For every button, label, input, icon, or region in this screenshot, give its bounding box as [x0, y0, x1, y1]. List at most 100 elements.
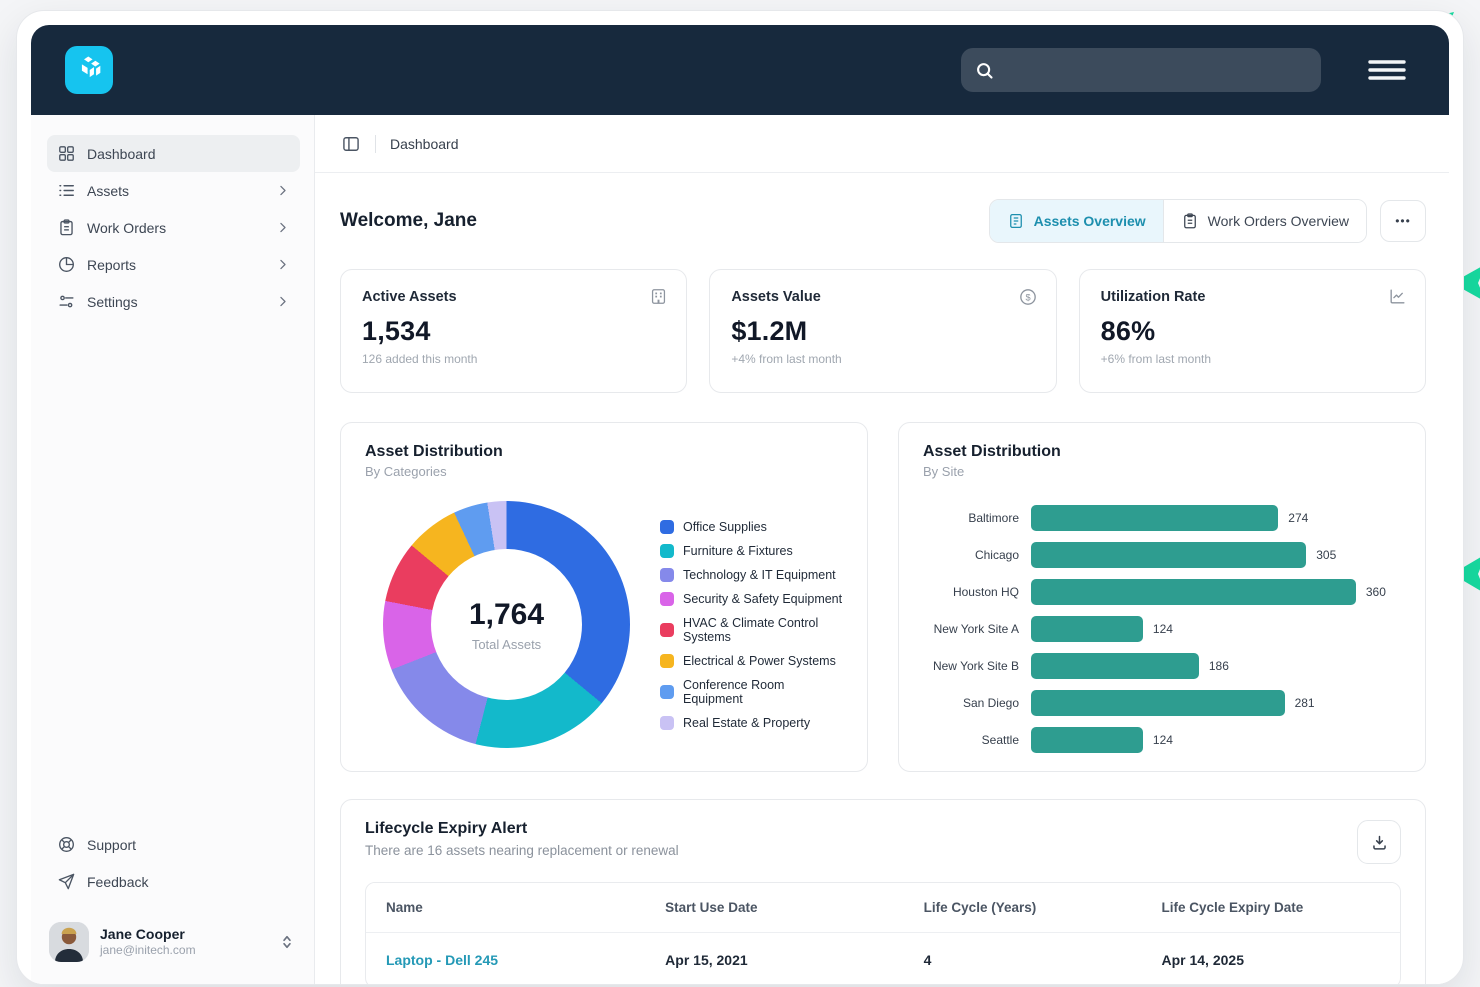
bar-value-label: 274 — [1288, 511, 1308, 525]
chart-title: Asset Distribution — [365, 443, 843, 461]
sidebar-item-work-orders[interactable]: Work Orders — [47, 209, 300, 246]
asset-link[interactable]: Laptop - Dell 245 — [366, 933, 645, 985]
legend-item[interactable]: Technology & IT Equipment — [660, 568, 843, 582]
search-bar[interactable] — [961, 48, 1321, 92]
stat-title: Active Assets — [362, 289, 665, 305]
sliders-icon — [57, 292, 76, 311]
lifecycle-expiry-card: Lifecycle Expiry Alert There are 16 asse… — [340, 799, 1426, 984]
sidebar-item-dashboard[interactable]: Dashboard — [47, 135, 300, 172]
tab-assets-overview[interactable]: Assets Overview — [990, 200, 1163, 242]
donut-legend: Office Supplies Furniture & Fixtures Techn… — [660, 520, 843, 730]
more-options-button[interactable]: ••• — [1380, 200, 1426, 242]
table-cell: 4 — [904, 933, 1142, 985]
legend-swatch — [660, 520, 674, 534]
main-area: Dashboard Welcome, Jane — [315, 115, 1449, 984]
table-header-row: NameStart Use DateLife Cycle (Years)Life… — [366, 883, 1400, 933]
stat-subtext: +4% from last month — [731, 352, 1034, 366]
legend-item[interactable]: Conference Room Equipment — [660, 678, 843, 706]
bar-value-label: 124 — [1153, 622, 1173, 636]
bar-row: Seattle124 — [923, 727, 1401, 753]
search-input[interactable] — [1003, 62, 1308, 79]
bar[interactable] — [1031, 579, 1356, 605]
sidebar-item-support[interactable]: Support — [47, 826, 300, 863]
tab-label: Work Orders Overview — [1208, 213, 1349, 229]
bar-category-label: Seattle — [923, 733, 1031, 747]
legend-swatch — [660, 544, 674, 558]
bar-row: Chicago305 — [923, 542, 1401, 568]
stat-value: 86% — [1101, 316, 1404, 347]
dashboard-content: Welcome, Jane — [315, 173, 1449, 984]
sidebar-toggle-button[interactable] — [341, 134, 361, 154]
bar-row: New York Site B186 — [923, 653, 1401, 679]
line-chart-icon — [1388, 287, 1407, 306]
hamburger-icon — [1367, 58, 1407, 82]
overview-tab-group: Assets Overview — [989, 199, 1367, 243]
sidebar-item-reports[interactable]: Reports — [47, 246, 300, 283]
column-header: Name — [366, 883, 645, 933]
legend-item[interactable]: Security & Safety Equipment — [660, 592, 843, 606]
sidebar-item-assets[interactable]: Assets — [47, 172, 300, 209]
dollar-icon: $ — [1018, 287, 1038, 307]
lifebuoy-icon — [57, 835, 76, 854]
tab-label: Assets Overview — [1034, 213, 1146, 229]
legend-item[interactable]: Real Estate & Property — [660, 716, 843, 730]
sidebar-footer: SupportFeedback Jane Cooper — [47, 826, 300, 966]
sidebar-item-label: Assets — [87, 183, 129, 199]
sidebar-item-label: Dashboard — [87, 146, 156, 162]
bar[interactable] — [1031, 542, 1306, 568]
lifecycle-subtitle: There are 16 assets nearing replacement … — [365, 843, 679, 858]
topbar — [31, 25, 1449, 115]
bar-category-label: New York Site A — [923, 622, 1031, 636]
breadcrumb: Dashboard — [315, 115, 1449, 173]
site-bar-chart: Baltimore274Chicago305Houston HQ360New Y… — [923, 505, 1401, 753]
sidebar-item-label: Reports — [87, 257, 136, 273]
legend-label: Security & Safety Equipment — [683, 592, 842, 606]
legend-item[interactable]: Furniture & Fixtures — [660, 544, 843, 558]
sidebar-item-label: Work Orders — [87, 220, 166, 236]
bar[interactable] — [1031, 727, 1143, 753]
clipboard-icon — [57, 218, 76, 237]
tab-work-orders-overview[interactable]: Work Orders Overview — [1163, 200, 1366, 242]
user-menu[interactable]: Jane Cooper jane@initech.com — [47, 918, 300, 966]
stat-card-utilization-rate: Utilization Rate 86% +6% from last month — [1079, 269, 1426, 393]
select-chevrons-icon — [280, 934, 294, 950]
donut-total-label: Total Assets — [472, 637, 541, 652]
download-button[interactable] — [1357, 820, 1401, 864]
stat-subtext: +6% from last month — [1101, 352, 1404, 366]
column-header: Start Use Date — [645, 883, 904, 933]
legend-item[interactable]: HVAC & Climate Control Systems — [660, 616, 843, 644]
search-icon — [974, 60, 995, 81]
stat-card-assets-value: Assets Value $ $1.2M +4% from last month — [709, 269, 1056, 393]
page-title: Welcome, Jane — [340, 210, 477, 232]
bar-value-label: 281 — [1295, 696, 1315, 710]
chevron-right-icon — [275, 294, 290, 309]
bar[interactable] — [1031, 653, 1199, 679]
menu-button[interactable] — [1367, 58, 1407, 82]
sidebar-nav: Dashboard Assets Work Orders Reports Setting… — [47, 135, 300, 320]
bar[interactable] — [1031, 505, 1278, 531]
bar-row: Baltimore274 — [923, 505, 1401, 531]
legend-item[interactable]: Office Supplies — [660, 520, 843, 534]
sidebar-item-label: Feedback — [87, 874, 148, 890]
legend-swatch — [660, 592, 674, 606]
send-icon — [57, 872, 76, 891]
donut-chart-card: Asset Distribution By Categories 1,764 T… — [340, 422, 868, 772]
legend-label: Technology & IT Equipment — [683, 568, 836, 582]
brand-logo[interactable] — [65, 46, 113, 94]
sidebar-item-feedback[interactable]: Feedback — [47, 863, 300, 900]
lifecycle-title: Lifecycle Expiry Alert — [365, 820, 679, 838]
panel-icon — [341, 134, 361, 154]
bar-value-label: 305 — [1316, 548, 1336, 562]
legend-label: Real Estate & Property — [683, 716, 810, 730]
report-icon — [1007, 212, 1025, 230]
app-window: Dashboard Assets Work Orders Reports Setting… — [16, 10, 1464, 985]
legend-item[interactable]: Electrical & Power Systems — [660, 654, 843, 668]
bar[interactable] — [1031, 616, 1143, 642]
sidebar-item-settings[interactable]: Settings — [47, 283, 300, 320]
table-row: Laptop - Dell 245Apr 15, 20214Apr 14, 20… — [366, 933, 1400, 985]
stat-card-active-assets: Active Assets — [340, 269, 687, 393]
bar[interactable] — [1031, 690, 1285, 716]
donut-total-value: 1,764 — [469, 598, 544, 632]
donut-chart[interactable]: 1,764 Total Assets — [383, 501, 630, 748]
table-body: Laptop - Dell 245Apr 15, 20214Apr 14, 20… — [366, 933, 1400, 985]
